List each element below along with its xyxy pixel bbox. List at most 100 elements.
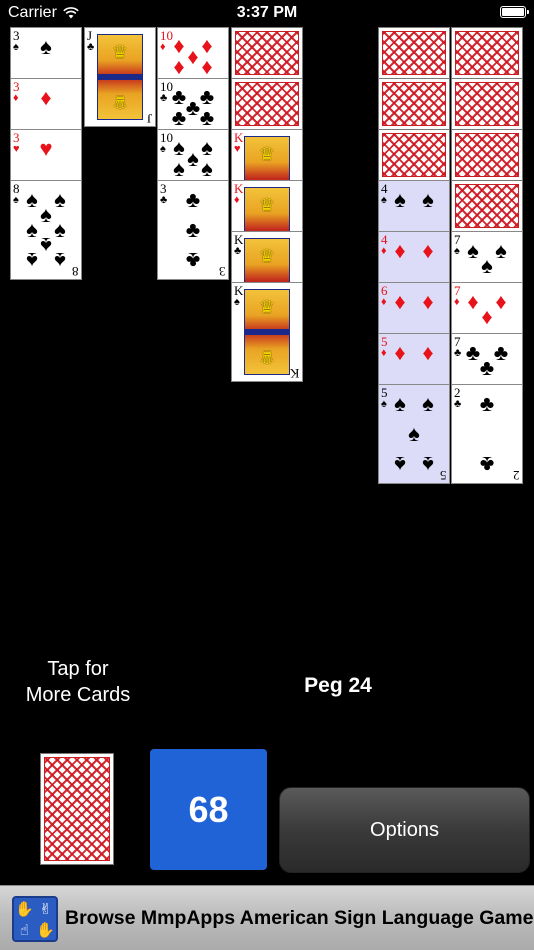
status-bar: Carrier 3:37 PM [0,0,534,26]
suit-pip-icon: ♠ [26,217,38,242]
sign-language-hands-icon: ✋ ✌ ☝ ✋ [12,896,58,942]
suit-pip-icon: ♣ [479,354,495,380]
suit-pip-icon: ♠ [26,248,38,274]
suit-pip-icon: ♠ [40,33,52,59]
card-suit-icon: ♣ [87,41,95,53]
ad-text: Browse MmpApps American Sign Language Ga… [65,907,534,929]
suit-pip-icon: ♠ [201,155,213,181]
playing-card[interactable]: 3 ♣ 3 ♣ ♣ ♣ [157,180,229,280]
suit-pip-icon: ♦ [422,237,434,263]
playing-card[interactable]: J ♣ J ♛ ♛ [84,27,156,127]
tap-line-2: More Cards [25,684,131,706]
suit-pip-icon: ♦ [40,84,52,110]
crown-icon: ♛ [111,92,129,113]
card-suit-icon: ♣ [160,194,168,206]
card-rank-bottom: 5 [439,468,447,483]
suit-pip-icon: ♦ [422,339,434,365]
suit-pip-icon: ♠ [495,237,507,263]
card-pips: ♣ ♣ [462,391,512,477]
suit-pip-icon: ♣ [185,95,201,121]
suit-pip-icon: ♠ [481,252,493,278]
suit-pip-icon: ♠ [408,421,420,446]
playing-card[interactable]: 8 ♠ 8 ♠ ♠ ♠ ♠ ♠ ♠ ♠ ♠ [10,180,82,280]
card-suit-icon: ♠ [234,296,240,308]
battery-icon [500,6,529,18]
suit-pip-icon: ♦ [173,53,185,79]
suit-pip-icon: ♠ [26,186,38,212]
card-suit-icon: ♦ [381,347,387,359]
card-suit-icon: ♦ [234,194,240,206]
card-pips: ♠ ♠ ♠ ♠ ♠ [389,391,439,477]
card-suit-icon: ♦ [381,296,387,308]
suit-pip-icon: ♣ [171,104,187,130]
card-back [451,78,523,130]
crown-icon: ♛ [258,194,276,215]
suit-pip-icon: ♠ [394,186,406,212]
playing-card[interactable]: 2 ♣ 2 ♣ ♣ [451,384,523,484]
suit-pip-icon: ♣ [465,339,481,365]
stock-pile[interactable] [40,753,114,865]
peg-label: Peg 24 [304,674,372,697]
suit-pip-icon: ♣ [479,390,495,416]
card-suit-icon: ♣ [454,398,462,410]
options-button[interactable]: Options [279,787,530,873]
card-suit-icon: ♦ [454,296,460,308]
ad-banner[interactable]: ✋ ✌ ☝ ✋ Browse MmpApps American Sign Langua… [0,885,534,950]
score-display: 68 [150,749,267,870]
card-rank-bottom: 8 [71,264,79,279]
suit-pip-icon: ♦ [394,339,406,365]
suit-pip-icon: ♦ [187,44,199,70]
suit-pip-icon: ♠ [394,452,406,478]
suit-pip-icon: ♠ [394,390,406,416]
suit-pip-icon: ♠ [40,233,52,259]
suit-pip-icon: ♦ [495,288,507,314]
crown-icon: ♛ [258,143,276,164]
card-suit-icon: ♦ [381,245,387,257]
card-suit-icon: ♠ [454,245,460,257]
card-pips: ♣ ♣ ♣ [168,187,218,273]
suit-pip-icon: ♠ [467,237,479,263]
suit-pip-icon: ♣ [185,248,201,274]
card-suit-icon: ♥ [234,143,241,155]
suit-pip-icon: ♦ [394,288,406,314]
card-suit-icon: ♦ [13,92,19,104]
card-pips: ♠ ♠ ♠ ♠ ♠ ♠ ♠ ♠ [21,187,71,273]
suit-pip-icon: ♣ [185,217,201,242]
card-rank-bottom: 2 [512,468,520,483]
playing-card[interactable]: 5 ♠ 5 ♠ ♠ ♠ ♠ ♠ [378,384,450,484]
card-back [451,180,523,232]
suit-pip-icon: ♣ [185,186,201,212]
face-card-art: ♛ ♛ [97,34,143,120]
suit-pip-icon: ♦ [394,237,406,263]
card-back [378,78,450,130]
suit-pip-icon: ♠ [422,186,434,212]
suit-pip-icon: ♦ [481,303,493,329]
suit-pip-icon: ♦ [467,288,479,314]
status-right [500,6,529,18]
card-suit-icon: ♦ [160,41,166,53]
suit-pip-icon: ♠ [173,155,185,181]
crown-icon: ♛ [111,41,129,62]
suit-pip-icon: ♦ [422,288,434,314]
card-back [378,27,450,79]
suit-pip-icon: ♠ [187,146,199,172]
suit-pip-icon: ♠ [54,186,66,212]
card-suit-icon: ♣ [234,245,242,257]
card-back [231,27,303,79]
tap-line-1: Tap for [47,658,109,680]
suit-pip-icon: ♠ [40,201,52,227]
card-suit-icon: ♥ [13,143,20,155]
suit-pip-icon: ♣ [479,452,495,478]
playing-card[interactable]: K ♠ K ♛ ♛ [231,282,303,382]
suit-pip-icon: ♠ [54,248,66,274]
card-rank-bottom: J [146,111,152,126]
card-back [451,27,523,79]
crown-icon: ♛ [258,245,276,266]
card-rank-bottom: K [289,366,299,381]
crown-icon: ♛ [258,296,276,317]
suit-pip-icon: ♣ [493,339,509,365]
tap-for-more-cards-label[interactable]: Tap for More Cards [0,656,156,708]
suit-pip-icon: ♣ [199,104,215,130]
face-band [245,328,289,336]
card-back [451,129,523,181]
